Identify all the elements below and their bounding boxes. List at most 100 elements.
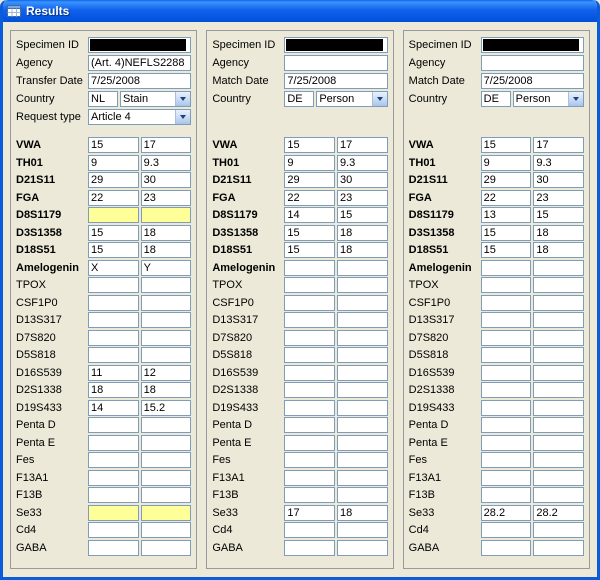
allele-field-1[interactable] xyxy=(88,312,139,328)
allele-field-2[interactable] xyxy=(337,295,388,311)
allele-field-1[interactable] xyxy=(284,487,335,503)
allele-field-2[interactable] xyxy=(337,487,388,503)
allele-field-1[interactable] xyxy=(284,295,335,311)
allele-field-1[interactable] xyxy=(481,540,532,556)
allele-field-2[interactable]: 18 xyxy=(337,225,388,241)
allele-field-2[interactable] xyxy=(533,260,584,276)
allele-field-2[interactable] xyxy=(141,277,192,293)
allele-field-2[interactable]: 23 xyxy=(337,190,388,206)
allele-field-1[interactable] xyxy=(481,312,532,328)
allele-field-1[interactable]: 9 xyxy=(481,155,532,171)
allele-field-1[interactable] xyxy=(284,330,335,346)
allele-field-2[interactable] xyxy=(337,417,388,433)
allele-field-2[interactable]: 18 xyxy=(533,242,584,258)
allele-field-1[interactable] xyxy=(284,417,335,433)
allele-field-1[interactable] xyxy=(481,400,532,416)
allele-field-2[interactable]: 9.3 xyxy=(141,155,192,171)
title-bar[interactable]: Results xyxy=(3,0,597,22)
allele-field-1[interactable]: X xyxy=(88,260,139,276)
allele-field-2[interactable] xyxy=(337,452,388,468)
allele-field-2[interactable] xyxy=(533,400,584,416)
allele-field-1[interactable]: 15 xyxy=(88,242,139,258)
match-date-field[interactable]: 7/25/2008 xyxy=(481,73,584,89)
dropdown-button[interactable] xyxy=(568,92,583,106)
allele-field-2[interactable] xyxy=(337,260,388,276)
allele-field-1[interactable] xyxy=(88,295,139,311)
request-type-combo[interactable]: Article 4 xyxy=(88,109,191,125)
allele-field-1[interactable] xyxy=(88,417,139,433)
allele-field-2[interactable]: 17 xyxy=(533,137,584,153)
allele-field-2[interactable]: 18 xyxy=(141,242,192,258)
allele-field-1[interactable] xyxy=(481,277,532,293)
allele-field-2[interactable] xyxy=(337,277,388,293)
allele-field-2[interactable] xyxy=(141,347,192,363)
allele-field-2[interactable] xyxy=(141,417,192,433)
specimen-id-field[interactable] xyxy=(88,37,191,53)
allele-field-2[interactable] xyxy=(533,452,584,468)
allele-field-2[interactable] xyxy=(337,347,388,363)
allele-field-2[interactable]: 15 xyxy=(337,207,388,223)
allele-field-2[interactable]: 30 xyxy=(337,172,388,188)
allele-field-1[interactable] xyxy=(481,260,532,276)
allele-field-2[interactable]: 18 xyxy=(533,225,584,241)
allele-field-1[interactable] xyxy=(481,417,532,433)
allele-field-1[interactable] xyxy=(481,522,532,538)
allele-field-2[interactable]: 18 xyxy=(337,242,388,258)
allele-field-2[interactable] xyxy=(533,435,584,451)
allele-field-2[interactable]: 28.2 xyxy=(533,505,584,521)
allele-field-1[interactable] xyxy=(88,330,139,346)
allele-field-2[interactable] xyxy=(533,312,584,328)
allele-field-2[interactable] xyxy=(533,330,584,346)
allele-field-1[interactable] xyxy=(284,312,335,328)
allele-field-1[interactable]: 15 xyxy=(88,225,139,241)
allele-field-2[interactable] xyxy=(337,522,388,538)
allele-field-2[interactable] xyxy=(533,470,584,486)
allele-field-1[interactable] xyxy=(481,347,532,363)
allele-field-2[interactable] xyxy=(533,522,584,538)
allele-field-2[interactable] xyxy=(533,347,584,363)
allele-field-1[interactable] xyxy=(88,505,139,521)
allele-field-1[interactable] xyxy=(481,452,532,468)
allele-field-1[interactable]: 9 xyxy=(88,155,139,171)
allele-field-2[interactable] xyxy=(141,312,192,328)
match-date-field[interactable]: 7/25/2008 xyxy=(284,73,387,89)
allele-field-1[interactable] xyxy=(88,487,139,503)
allele-field-2[interactable] xyxy=(337,382,388,398)
allele-field-1[interactable] xyxy=(88,347,139,363)
specimen-id-field[interactable] xyxy=(481,37,584,53)
country-code-field[interactable]: DE xyxy=(284,91,314,107)
allele-field-1[interactable]: 29 xyxy=(481,172,532,188)
allele-field-1[interactable] xyxy=(88,452,139,468)
allele-field-1[interactable]: 18 xyxy=(88,382,139,398)
allele-field-1[interactable] xyxy=(88,435,139,451)
allele-field-2[interactable]: 30 xyxy=(533,172,584,188)
allele-field-1[interactable] xyxy=(284,522,335,538)
specimen-type-combo[interactable]: Person xyxy=(513,91,584,107)
allele-field-1[interactable] xyxy=(284,540,335,556)
allele-field-2[interactable] xyxy=(141,330,192,346)
allele-field-2[interactable]: 30 xyxy=(141,172,192,188)
allele-field-2[interactable] xyxy=(533,295,584,311)
allele-field-2[interactable]: 23 xyxy=(533,190,584,206)
allele-field-1[interactable] xyxy=(481,435,532,451)
allele-field-1[interactable] xyxy=(284,260,335,276)
allele-field-1[interactable] xyxy=(481,470,532,486)
specimen-type-combo[interactable]: Person xyxy=(316,91,387,107)
allele-field-1[interactable] xyxy=(88,207,139,223)
allele-field-2[interactable] xyxy=(141,207,192,223)
specimen-id-field[interactable] xyxy=(284,37,387,53)
allele-field-2[interactable] xyxy=(533,382,584,398)
allele-field-1[interactable] xyxy=(481,330,532,346)
allele-field-1[interactable]: 29 xyxy=(88,172,139,188)
allele-field-2[interactable]: 9.3 xyxy=(533,155,584,171)
allele-field-2[interactable] xyxy=(337,470,388,486)
allele-field-2[interactable] xyxy=(141,505,192,521)
allele-field-1[interactable] xyxy=(481,365,532,381)
allele-field-2[interactable]: 17 xyxy=(337,137,388,153)
allele-field-1[interactable] xyxy=(284,470,335,486)
allele-field-1[interactable]: 17 xyxy=(284,505,335,521)
agency-field[interactable] xyxy=(481,55,584,71)
allele-field-1[interactable] xyxy=(88,540,139,556)
allele-field-1[interactable]: 22 xyxy=(284,190,335,206)
allele-field-2[interactable]: 18 xyxy=(141,382,192,398)
